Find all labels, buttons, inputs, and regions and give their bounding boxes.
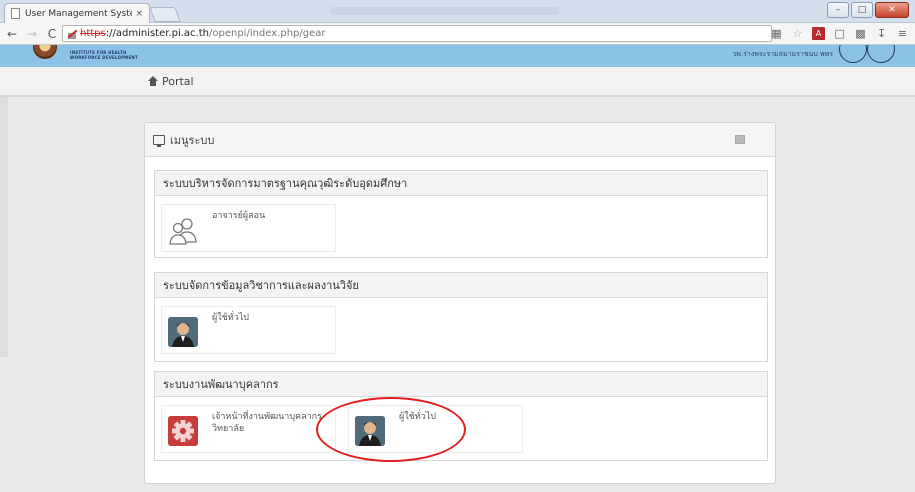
url-path: /openpi/index.php/gear xyxy=(209,28,326,39)
blurred-window-title xyxy=(330,7,560,15)
extension-icon-2[interactable]: ▩ xyxy=(854,27,867,40)
home-icon xyxy=(148,75,158,86)
people-outline-icon xyxy=(168,215,198,245)
monitor-icon xyxy=(153,134,165,147)
window-controls: – □ ✕ xyxy=(827,2,909,18)
insecure-lock-icon xyxy=(67,29,77,39)
group-academic-research: ระบบจัดการข้อมูลวิชาการและผลงานวิจัย ผู้… xyxy=(154,272,768,362)
user-avatar-icon xyxy=(355,416,385,446)
site-header: INSTITUTE FOR HEALTH WORKFORCE DEVELOPME… xyxy=(0,45,915,67)
header-right-text: วพ.ร่างพระรามสมามราชนบ พพร xyxy=(732,50,833,58)
page-icon xyxy=(11,8,20,19)
address-bar[interactable]: https ://administer.pi.ac.th /openpi/ind… xyxy=(62,25,772,42)
group-qualification-standards: ระบบบริหารจัดการมาตรฐานคุณวุฒิระดับอุดมศ… xyxy=(154,170,768,258)
portal-link[interactable]: Portal xyxy=(148,75,194,88)
group-title: ระบบงานพัฒนาบุคลากร xyxy=(155,372,767,397)
extension-icons: ▦ ☆ A □ ▩ ↧ ≡ xyxy=(770,27,909,40)
forward-icon[interactable]: → xyxy=(24,27,40,41)
browser-toolbar: ← → C https ://administer.pi.ac.th /open… xyxy=(0,23,915,45)
download-icon[interactable]: ↧ xyxy=(875,27,888,40)
user-avatar-icon xyxy=(168,317,198,347)
card-label: เจ้าหน้าที่งานพัฒนาบุคลากร วิทยาลัย xyxy=(212,412,322,434)
browser-tab-strip: User Management System × – □ ✕ xyxy=(0,0,915,23)
institute-logo-text: INSTITUTE FOR HEALTH WORKFORCE DEVELOPME… xyxy=(70,50,138,60)
translate-icon[interactable]: ▦ xyxy=(770,27,783,40)
reload-icon[interactable]: C xyxy=(44,27,60,41)
panel-header: เมนูระบบ xyxy=(145,123,775,157)
header-circle-icon-2 xyxy=(867,45,895,63)
left-shade xyxy=(0,97,8,357)
card-label: อาจารย์ผู้สอน xyxy=(212,211,266,221)
back-icon[interactable]: ← xyxy=(4,27,20,41)
url-host: ://administer.pi.ac.th xyxy=(105,28,209,39)
close-window-button[interactable]: ✕ xyxy=(875,2,909,18)
logo-line-2: WORKFORCE DEVELOPMENT xyxy=(70,55,138,60)
card-label: ผู้ใช้ทั่วไป xyxy=(212,313,250,323)
card-hr-staff[interactable]: เจ้าหน้าที่งานพัฒนาบุคลากร วิทยาลัย xyxy=(161,405,336,453)
url-scheme: https xyxy=(80,28,106,39)
tab-title: User Management System xyxy=(25,8,133,19)
card-general-user[interactable]: ผู้ใช้ทั่วไป xyxy=(161,306,336,354)
group-personnel-development: ระบบงานพัฒนาบุคลากร เจ้าหน้าที่งานพัฒนาบ… xyxy=(154,371,768,461)
panel-collapse-icon[interactable] xyxy=(735,135,745,144)
tab-close-icon[interactable]: × xyxy=(135,9,143,19)
bookmark-star-icon[interactable]: ☆ xyxy=(791,27,804,40)
gear-icon xyxy=(168,416,198,446)
group-title: ระบบบริหารจัดการมาตรฐานคุณวุฒิระดับอุดมศ… xyxy=(155,171,767,196)
institute-seal-logo xyxy=(33,45,57,59)
header-circle-icon xyxy=(839,45,867,63)
minimize-button[interactable]: – xyxy=(827,2,849,18)
maximize-button[interactable]: □ xyxy=(851,2,873,18)
card-instructor[interactable]: อาจารย์ผู้สอน xyxy=(161,204,336,252)
portal-nav-bar: Portal xyxy=(0,67,915,97)
system-menu-panel: เมนูระบบ ระบบบริหารจัดการมาตรฐานคุณวุฒิร… xyxy=(144,122,776,484)
pdf-extension-icon[interactable]: A xyxy=(812,27,825,40)
browser-tab[interactable]: User Management System × xyxy=(4,3,150,23)
panel-title: เมนูระบบ xyxy=(170,133,215,147)
card-label: ผู้ใช้ทั่วไป xyxy=(399,412,437,422)
new-tab-button[interactable] xyxy=(149,7,181,22)
group-title: ระบบจัดการข้อมูลวิชาการและผลงานวิจัย xyxy=(155,273,767,298)
browser-menu-icon[interactable]: ≡ xyxy=(896,27,909,40)
portal-label: Portal xyxy=(162,74,194,88)
card-general-user-personnel[interactable]: ผู้ใช้ทั่วไป xyxy=(348,405,523,453)
extension-icon[interactable]: □ xyxy=(833,27,846,40)
